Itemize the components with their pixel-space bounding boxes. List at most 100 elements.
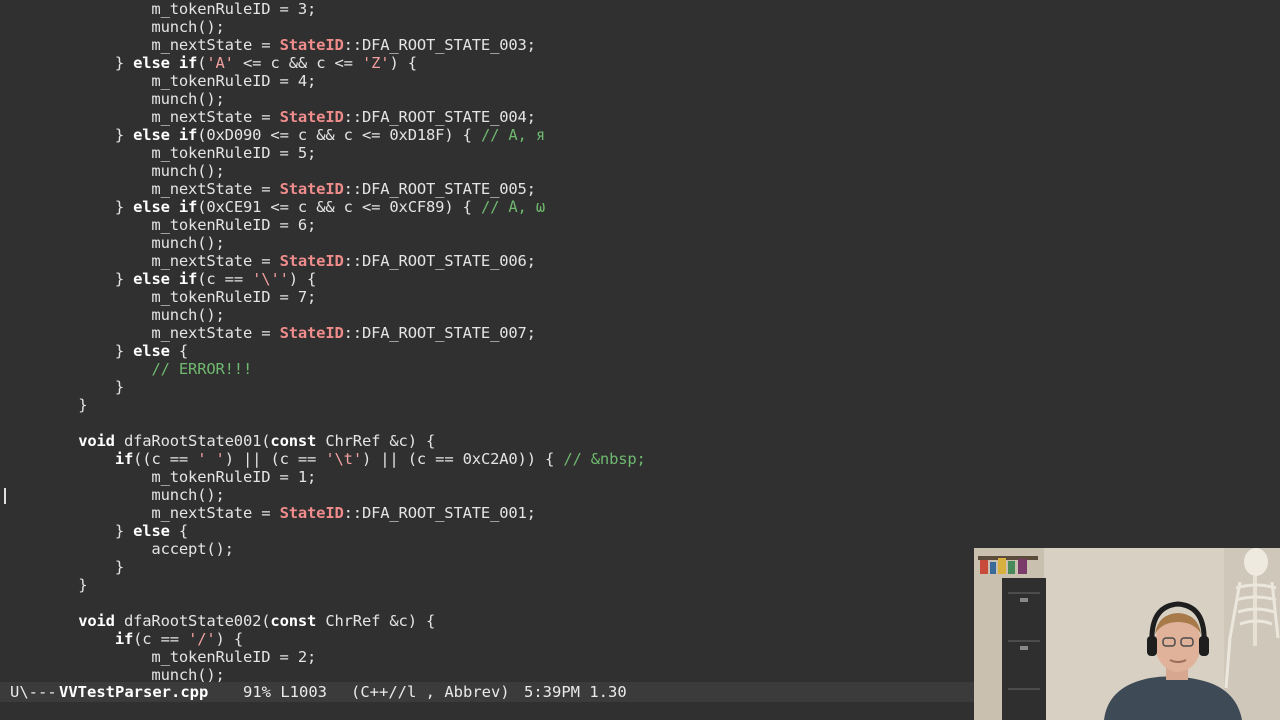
code-text: munch(); xyxy=(5,18,225,36)
code-line[interactable]: munch(); xyxy=(5,306,224,324)
keyword-token: else if xyxy=(133,126,198,144)
code-line[interactable]: } else if(0xCE91 <= c && c <= 0xCF89) { … xyxy=(5,198,545,216)
code-text: ) { xyxy=(389,54,417,72)
keyword-token: else xyxy=(133,522,170,540)
code-text: } xyxy=(5,126,134,144)
code-line[interactable]: } else if('A' <= c && c <= 'Z') { xyxy=(5,54,417,72)
code-text: m_tokenRuleID = 6; xyxy=(5,216,317,234)
code-text: } xyxy=(5,198,134,216)
type-token: StateID xyxy=(279,504,344,522)
code-line[interactable]: m_tokenRuleID = 2; xyxy=(5,648,316,666)
code-line[interactable]: // ERROR!!! xyxy=(5,360,252,378)
code-line[interactable]: } else if(0xD090 <= c && c <= 0xD18F) { … xyxy=(5,126,545,144)
code-line[interactable]: m_tokenRuleID = 4; xyxy=(5,72,316,90)
code-line[interactable]: m_nextState = StateID::DFA_ROOT_STATE_00… xyxy=(5,108,536,126)
code-text: m_nextState = xyxy=(5,504,280,522)
code-text: ) || (c == xyxy=(224,450,326,468)
buffer-name[interactable]: VVTestParser.cpp xyxy=(59,682,208,702)
code-text: dfaRootState002( xyxy=(114,612,271,630)
code-line[interactable]: m_nextState = StateID::DFA_ROOT_STATE_00… xyxy=(5,504,536,522)
keyword-token: const xyxy=(270,612,317,630)
string-token: '\t' xyxy=(325,450,362,468)
code-text: m_tokenRuleID = 3; xyxy=(5,0,317,18)
code-text: m_nextState = xyxy=(5,180,280,198)
keyword-token: else if xyxy=(133,54,198,72)
code-text: ) || (c == 0xC2A0)) { xyxy=(361,450,564,468)
code-line[interactable]: m_nextState = StateID::DFA_ROOT_STATE_00… xyxy=(5,180,536,198)
buffer-status: U\--- xyxy=(10,683,57,701)
code-line[interactable]: munch(); xyxy=(5,234,225,252)
string-token: ' ' xyxy=(197,450,225,468)
code-text: ::DFA_ROOT_STATE_004; xyxy=(343,108,536,126)
code-line[interactable]: } xyxy=(5,378,124,396)
code-line[interactable]: accept(); xyxy=(5,540,234,558)
code-text: <= c && c <= xyxy=(233,54,362,72)
code-line[interactable]: void dfaRootState002(const ChrRef &c) { xyxy=(5,612,435,630)
code-text: (0xD090 <= c && c <= 0xD18F) { xyxy=(197,126,481,144)
code-line[interactable]: m_nextState = StateID::DFA_ROOT_STATE_00… xyxy=(5,252,536,270)
keyword-token: if xyxy=(114,450,134,468)
code-text: m_tokenRuleID = 7; xyxy=(5,288,317,306)
code-line[interactable]: m_nextState = StateID::DFA_ROOT_STATE_00… xyxy=(5,36,536,54)
code-line[interactable]: if((c == ' ') || (c == '\t') || (c == 0x… xyxy=(5,450,646,468)
code-text: { xyxy=(169,522,189,540)
code-text: } xyxy=(5,342,134,360)
code-text: munch(); xyxy=(5,234,225,252)
code-text: munch(); xyxy=(5,666,225,682)
code-line[interactable]: } xyxy=(5,396,87,414)
comment-token: // Α, ω xyxy=(480,198,546,216)
major-minor-modes[interactable]: (C++//l , Abbrev) xyxy=(351,682,510,702)
code-line[interactable]: munch(); xyxy=(5,486,224,504)
code-line[interactable]: m_tokenRuleID = 7; xyxy=(5,288,316,306)
code-line[interactable]: munch(); xyxy=(5,666,225,682)
code-line[interactable]: m_tokenRuleID = 6; xyxy=(5,216,316,234)
code-text: ) { xyxy=(215,630,244,648)
keyword-token: const xyxy=(270,432,317,450)
code-text: { xyxy=(169,342,189,360)
code-line[interactable]: } xyxy=(5,576,87,594)
code-text: ::DFA_ROOT_STATE_001; xyxy=(343,504,536,522)
code-text: (0xCE91 <= c && c <= 0xCF89) { xyxy=(197,198,481,216)
code-text: ::DFA_ROOT_STATE_007; xyxy=(343,324,536,342)
webcam-person-image xyxy=(974,548,1280,720)
code-text: ( xyxy=(197,54,207,72)
keyword-token: else if xyxy=(133,198,198,216)
code-line[interactable]: munch(); xyxy=(5,162,224,180)
keyword-token: else xyxy=(133,342,170,360)
type-token: StateID xyxy=(279,108,344,126)
code-line[interactable]: void dfaRootState001(const ChrRef &c) { xyxy=(5,432,435,450)
type-token: StateID xyxy=(279,36,344,54)
string-token: '\'' xyxy=(252,270,289,288)
code-line[interactable]: } else if(c == '\'') { xyxy=(5,270,317,288)
code-text: munch(); xyxy=(5,90,225,108)
code-text: } xyxy=(5,558,124,576)
code-text: m_tokenRuleID = 5; xyxy=(5,144,317,162)
code-line[interactable]: } else { xyxy=(5,342,188,360)
comment-token: // А, я xyxy=(480,126,546,144)
code-text: (c == xyxy=(133,630,189,648)
code-text: ::DFA_ROOT_STATE_005; xyxy=(343,180,536,198)
code-line[interactable]: m_tokenRuleID = 1; xyxy=(5,468,316,486)
code-text: m_tokenRuleID = 2; xyxy=(5,648,317,666)
code-text: ) { xyxy=(288,270,317,288)
code-line[interactable]: m_tokenRuleID = 5; xyxy=(5,144,316,162)
code-text: ChrRef &c) { xyxy=(316,612,436,630)
type-token: StateID xyxy=(279,324,344,342)
code-line[interactable]: m_tokenRuleID = 3; xyxy=(5,0,316,18)
code-line[interactable]: } xyxy=(5,558,124,576)
comment-token: // ERROR!!! xyxy=(151,360,253,378)
code-text: } xyxy=(5,396,88,414)
code-line[interactable]: if(c == '/') { xyxy=(5,630,243,648)
code-text: m_tokenRuleID = 1; xyxy=(5,468,317,486)
keyword-token: if xyxy=(114,630,134,648)
code-line[interactable]: } else { xyxy=(5,522,188,540)
code-line[interactable]: munch(); xyxy=(5,90,225,108)
code-line[interactable]: munch(); xyxy=(5,18,225,36)
code-text: m_tokenRuleID = 4; xyxy=(5,72,317,90)
string-token: 'Z' xyxy=(361,54,390,72)
buffer-position: 91% L1003 xyxy=(243,683,327,701)
code-line[interactable]: m_nextState = StateID::DFA_ROOT_STATE_00… xyxy=(5,324,536,342)
